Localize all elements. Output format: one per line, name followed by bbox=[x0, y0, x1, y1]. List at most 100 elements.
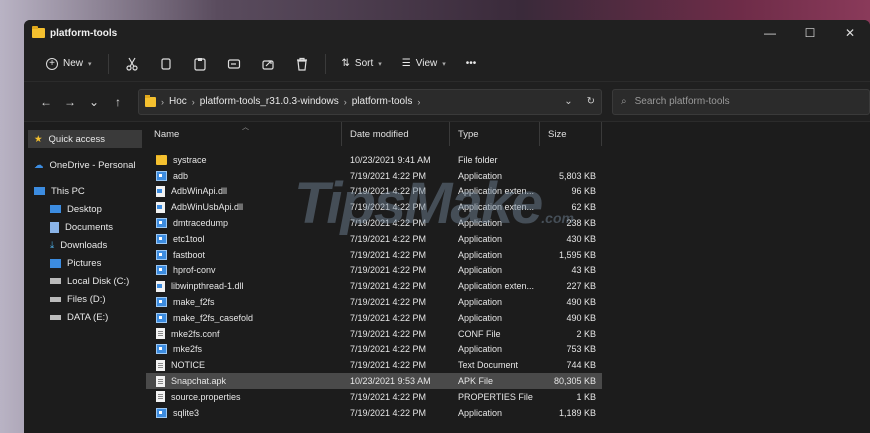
view-button[interactable]: ☰ View ▾ bbox=[394, 54, 454, 73]
more-button[interactable]: ••• bbox=[458, 54, 485, 73]
type-cell: Application exten... bbox=[458, 281, 535, 292]
table-row[interactable]: mke2fs 7/19/2021 4:22 PM Application 753 KB bbox=[146, 342, 870, 358]
cut-button[interactable] bbox=[117, 52, 147, 76]
share-button[interactable] bbox=[253, 52, 283, 76]
file-name: Snapchat.apk bbox=[171, 376, 227, 387]
date-modified-cell: 7/19/2021 4:22 PM bbox=[350, 249, 427, 260]
copy-icon bbox=[160, 57, 171, 70]
column-header-date[interactable]: Date modified bbox=[342, 122, 450, 146]
sidebar-item-files-d[interactable]: Files (D:) bbox=[24, 290, 146, 308]
table-row[interactable]: systrace 10/23/2021 9:41 AM File folder bbox=[146, 152, 870, 168]
table-row[interactable]: hprof-conv 7/19/2021 4:22 PM Application 43… bbox=[146, 263, 870, 279]
dll-file-icon bbox=[156, 280, 165, 292]
sidebar-item-desktop[interactable]: Desktop bbox=[24, 200, 146, 218]
date-modified-cell: 7/19/2021 4:22 PM bbox=[350, 218, 427, 229]
file-name: make_f2fs bbox=[173, 297, 215, 308]
date-modified-cell: 7/19/2021 4:22 PM bbox=[350, 233, 427, 244]
type-cell: PROPERTIES File bbox=[458, 391, 533, 402]
table-row[interactable]: adb 7/19/2021 4:22 PM Application 5,803 KB bbox=[146, 168, 870, 184]
size-cell: 1 KB bbox=[576, 391, 596, 402]
file-name-cell: make_f2fs bbox=[146, 297, 342, 308]
size-cell: 753 KB bbox=[566, 344, 596, 355]
delete-button[interactable] bbox=[287, 52, 317, 76]
table-row[interactable]: AdbWinUsbApi.dll 7/19/2021 4:22 PM Applica… bbox=[146, 199, 870, 215]
recent-locations-button[interactable]: ⌄ bbox=[82, 90, 106, 114]
table-row[interactable]: dmtracedump 7/19/2021 4:22 PM Application 2… bbox=[146, 215, 870, 231]
app-file-icon bbox=[156, 218, 167, 229]
rename-button[interactable] bbox=[219, 52, 249, 76]
sidebar-item-data-e[interactable]: DATA (E:) bbox=[24, 308, 146, 326]
file-name-cell: dmtracedump bbox=[146, 218, 342, 229]
file-list: ︿ Name Date modified Type Size systrace 1… bbox=[146, 122, 870, 433]
table-row[interactable]: fastboot 7/19/2021 4:22 PM Application 1,59… bbox=[146, 247, 870, 263]
table-row[interactable]: Snapchat.apk 10/23/2021 9:53 AM APK File 80… bbox=[146, 373, 602, 389]
copy-button[interactable] bbox=[151, 52, 181, 76]
column-headers: ︿ Name Date modified Type Size bbox=[146, 122, 870, 146]
command-bar: + New ▾ ⇅ Sort ▾ ☰ View ▾ ••• bbox=[24, 46, 870, 82]
file-name-cell: AdbWinUsbApi.dll bbox=[146, 201, 342, 213]
table-row[interactable]: source.properties 7/19/2021 4:22 PM PROPER… bbox=[146, 389, 870, 405]
type-cell: Application bbox=[458, 249, 503, 260]
up-button[interactable]: ↑ bbox=[106, 90, 130, 114]
table-row[interactable]: make_f2fs 7/19/2021 4:22 PM Application 490… bbox=[146, 294, 870, 310]
file-name: fastboot bbox=[173, 249, 206, 260]
monitor-icon bbox=[34, 187, 45, 195]
table-row[interactable]: AdbWinApi.dll 7/19/2021 4:22 PM Applicatio… bbox=[146, 184, 870, 200]
refresh-button[interactable]: ↻ bbox=[587, 96, 595, 107]
view-label: View bbox=[415, 58, 438, 69]
app-file-icon bbox=[156, 265, 167, 276]
close-button[interactable]: ✕ bbox=[830, 20, 870, 46]
table-row[interactable]: sqlite3 7/19/2021 4:22 PM Application 1,189… bbox=[146, 405, 870, 421]
app-file-icon bbox=[156, 344, 167, 355]
sidebar-item-this-pc[interactable]: This PC bbox=[24, 182, 146, 200]
sidebar-item-documents[interactable]: Documents bbox=[24, 218, 146, 236]
app-file-icon bbox=[156, 297, 167, 308]
documents-icon bbox=[50, 221, 59, 233]
back-button[interactable]: ← bbox=[34, 90, 58, 114]
date-modified-cell: 7/19/2021 4:22 PM bbox=[350, 328, 427, 339]
table-row[interactable]: mke2fs.conf 7/19/2021 4:22 PM CONF File 2 K… bbox=[146, 326, 870, 342]
breadcrumb-item[interactable]: platform-tools bbox=[352, 96, 413, 107]
navigation-pane: ★ Quick access ☁ OneDrive - Personal Thi… bbox=[24, 122, 146, 433]
file-name: sqlite3 bbox=[173, 407, 200, 418]
arrow-up-icon: ↑ bbox=[115, 94, 121, 109]
file-name: AdbWinApi.dll bbox=[171, 186, 228, 197]
address-bar[interactable]: › Hoc › platform-tools_r31.0.3-windows ›… bbox=[138, 88, 602, 115]
breadcrumb-item[interactable]: Hoc bbox=[169, 96, 187, 107]
file-name: dmtracedump bbox=[173, 218, 229, 229]
type-cell: Application exten... bbox=[458, 202, 535, 213]
new-button[interactable]: + New ▾ bbox=[38, 54, 100, 74]
doc-file-icon bbox=[156, 328, 165, 340]
drive-icon bbox=[50, 278, 61, 284]
column-header-size[interactable]: Size bbox=[540, 122, 602, 146]
navigation-bar: ← → ⌄ ↑ › Hoc › platform-tools_r31.0.3-w… bbox=[24, 82, 870, 122]
sidebar-item-onedrive[interactable]: ☁ OneDrive - Personal bbox=[24, 156, 146, 174]
sidebar-item-label: Documents bbox=[65, 221, 114, 233]
paste-button[interactable] bbox=[185, 52, 215, 76]
sort-label: Sort bbox=[354, 58, 374, 69]
column-header-type[interactable]: Type bbox=[450, 122, 540, 146]
search-icon: ⌕ bbox=[621, 96, 627, 107]
sidebar-item-quick-access[interactable]: ★ Quick access bbox=[28, 130, 142, 148]
type-cell: APK File bbox=[458, 376, 494, 387]
pictures-icon bbox=[50, 258, 61, 268]
type-cell: Application bbox=[458, 297, 503, 308]
search-input[interactable]: ⌕ Search platform-tools bbox=[612, 88, 870, 115]
table-row[interactable]: etc1tool 7/19/2021 4:22 PM Application 430 … bbox=[146, 231, 870, 247]
minimize-button[interactable]: — bbox=[750, 20, 790, 46]
more-icon: ••• bbox=[465, 58, 477, 69]
file-name: etc1tool bbox=[173, 233, 205, 244]
forward-button[interactable]: → bbox=[58, 90, 82, 114]
table-row[interactable]: libwinpthread-1.dll 7/19/2021 4:22 PM Appl… bbox=[146, 278, 870, 294]
sidebar-item-pictures[interactable]: Pictures bbox=[24, 254, 146, 272]
sort-button[interactable]: ⇅ Sort ▾ bbox=[334, 54, 390, 73]
breadcrumb-item[interactable]: platform-tools_r31.0.3-windows bbox=[200, 96, 339, 107]
file-name-cell: adb bbox=[146, 170, 342, 181]
table-row[interactable]: make_f2fs_casefold 7/19/2021 4:22 PM Appli… bbox=[146, 310, 870, 326]
sidebar-item-downloads[interactable]: ⤓ Downloads bbox=[24, 236, 146, 254]
sidebar-item-local-disk-c[interactable]: Local Disk (C:) bbox=[24, 272, 146, 290]
maximize-button[interactable]: ☐ bbox=[790, 20, 830, 46]
sidebar-item-label: DATA (E:) bbox=[67, 311, 109, 323]
table-row[interactable]: NOTICE 7/19/2021 4:22 PM Text Document 744 … bbox=[146, 357, 870, 373]
address-history-button[interactable]: ⌄ bbox=[564, 96, 572, 107]
